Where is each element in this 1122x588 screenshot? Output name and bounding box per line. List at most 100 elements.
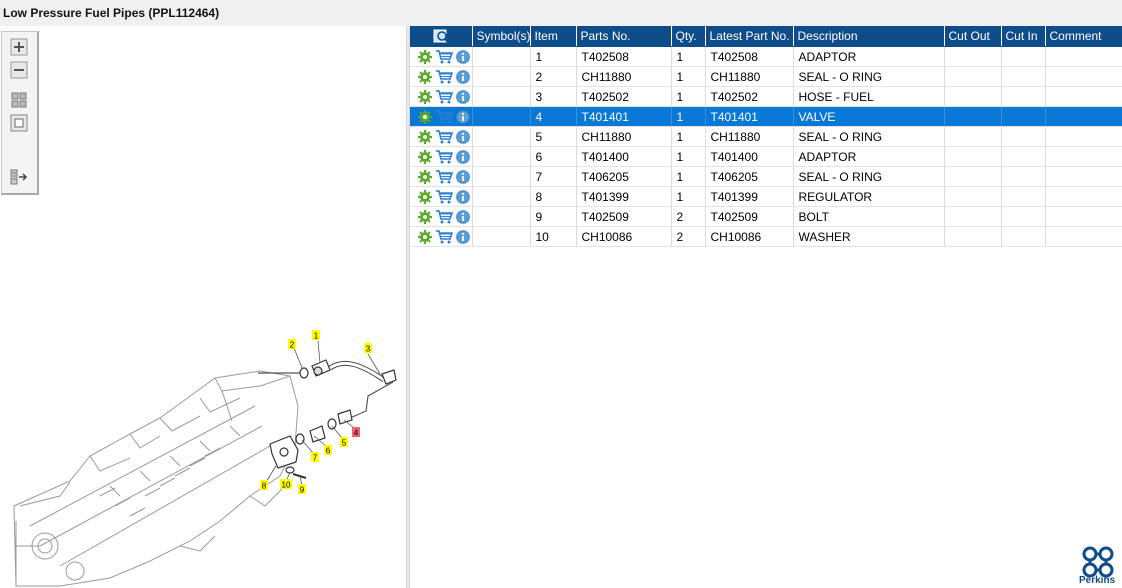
info-icon[interactable] xyxy=(456,50,470,64)
column-header-qty[interactable]: Qty. xyxy=(671,26,706,47)
latest-part-no-cell: CH10086 xyxy=(705,226,794,247)
column-header-description[interactable]: Description xyxy=(793,26,945,47)
column-header-cut-in[interactable]: Cut In xyxy=(1001,26,1046,47)
gear-icon[interactable] xyxy=(418,129,432,144)
row-actions-cell xyxy=(410,106,473,127)
comment-cell xyxy=(1045,146,1122,167)
shopping-cart-icon[interactable] xyxy=(435,210,453,224)
column-header-comment[interactable]: Comment xyxy=(1045,26,1122,47)
description-cell: ADAPTOR xyxy=(793,46,945,67)
column-header-item[interactable]: Item xyxy=(530,26,577,47)
gear-icon[interactable] xyxy=(418,169,432,184)
description-cell: SEAL - O RING xyxy=(793,66,945,87)
symbols-cell xyxy=(472,66,531,87)
shopping-cart-icon[interactable] xyxy=(435,90,453,104)
info-icon[interactable] xyxy=(456,70,470,84)
info-icon[interactable] xyxy=(456,190,470,204)
callout-label-6[interactable]: 6 xyxy=(326,447,331,456)
exploded-parts-diagram[interactable]: 12 345678 910 xyxy=(0,26,406,588)
info-icon[interactable] xyxy=(456,170,470,184)
comment-cell xyxy=(1045,46,1122,67)
drawing-pane[interactable]: 1 2 3 4 5 6 7 8 9 10 xyxy=(0,26,406,588)
parts-no-cell: T402509 xyxy=(576,206,672,227)
latest-part-no-cell: T402508 xyxy=(705,46,794,67)
cut-in-cell xyxy=(1001,86,1046,107)
callout-label-9[interactable]: 9 xyxy=(300,486,305,495)
table-row[interactable]: 10 CH10086 2 CH10086 WASHER xyxy=(410,226,1122,247)
info-icon[interactable] xyxy=(456,90,470,104)
callout-label-4[interactable]: 4 xyxy=(354,429,359,438)
row-actions-cell xyxy=(410,126,473,147)
table-row[interactable]: 5 CH11880 1 CH11880 SEAL - O RING xyxy=(410,126,1122,147)
info-icon[interactable] xyxy=(456,230,470,244)
info-icon[interactable] xyxy=(456,130,470,144)
column-header-actions[interactable] xyxy=(410,26,473,47)
symbols-cell xyxy=(472,126,531,147)
callout-label-1[interactable]: 1 xyxy=(314,332,319,341)
cylinder-head-drawing xyxy=(13,370,299,587)
zoom-in-icon[interactable] xyxy=(10,38,28,56)
callout-label-5[interactable]: 5 xyxy=(342,439,347,448)
fit-window-icon[interactable] xyxy=(10,114,28,132)
column-header-symbols[interactable]: Symbol(s) xyxy=(472,26,531,47)
table-row[interactable]: 8 T401399 1 T401399 REGULATOR xyxy=(410,186,1122,207)
info-icon[interactable] xyxy=(456,110,470,124)
comment-cell xyxy=(1045,66,1122,87)
shopping-cart-icon[interactable] xyxy=(435,110,453,124)
table-row[interactable]: 2 CH11880 1 CH11880 SEAL - O RING xyxy=(410,66,1122,87)
row-actions-cell xyxy=(410,206,473,227)
shopping-cart-icon[interactable] xyxy=(435,50,453,64)
shopping-cart-icon[interactable] xyxy=(435,70,453,84)
description-cell: BOLT xyxy=(793,206,945,227)
fit-all-icon[interactable] xyxy=(10,91,28,109)
column-header-cut-out[interactable]: Cut Out xyxy=(944,26,1002,47)
parts-no-cell: T402502 xyxy=(576,86,672,107)
parts-no-cell: CH11880 xyxy=(576,126,672,147)
item-cell: 9 xyxy=(530,206,577,227)
cut-out-cell xyxy=(944,86,1002,107)
search-parts-icon[interactable] xyxy=(433,28,449,44)
gear-icon[interactable] xyxy=(418,189,432,204)
callout-label-10[interactable]: 10 xyxy=(282,481,291,490)
shopping-cart-icon[interactable] xyxy=(435,130,453,144)
callout-label-8[interactable]: 8 xyxy=(262,482,267,491)
table-row[interactable]: 3 T402502 1 T402502 HOSE - FUEL xyxy=(410,86,1122,107)
gear-icon[interactable] xyxy=(418,209,432,224)
table-row[interactable]: 9 T402509 2 T402509 BOLT xyxy=(410,206,1122,227)
item-cell: 10 xyxy=(530,226,577,247)
table-row[interactable]: 4 T401401 1 T401401 VALVE xyxy=(410,106,1122,127)
zoom-out-icon[interactable] xyxy=(10,61,28,79)
description-cell: REGULATOR xyxy=(793,186,945,207)
shopping-cart-icon[interactable] xyxy=(435,170,453,184)
gear-icon[interactable] xyxy=(418,229,432,244)
table-row[interactable]: 6 T401400 1 T401400 ADAPTOR xyxy=(410,146,1122,167)
callout-label-7[interactable]: 7 xyxy=(313,454,318,463)
gear-icon[interactable] xyxy=(418,49,432,64)
callout-label-3[interactable]: 3 xyxy=(366,345,371,354)
info-icon[interactable] xyxy=(456,150,470,164)
cut-in-cell xyxy=(1001,146,1046,167)
callout-label-2[interactable]: 2 xyxy=(290,341,295,350)
gear-icon[interactable] xyxy=(418,149,432,164)
parts-no-cell: T401399 xyxy=(576,186,672,207)
latest-part-no-cell: T401400 xyxy=(705,146,794,167)
table-row[interactable]: 7 T406205 1 T406205 SEAL - O RING xyxy=(410,166,1122,187)
column-header-parts-no[interactable]: Parts No. xyxy=(576,26,672,47)
description-cell: ADAPTOR xyxy=(793,146,945,167)
column-header-latest-part-no[interactable]: Latest Part No. xyxy=(705,26,794,47)
cut-in-cell xyxy=(1001,226,1046,247)
row-actions-cell xyxy=(410,86,473,107)
shopping-cart-icon[interactable] xyxy=(435,230,453,244)
shopping-cart-icon[interactable] xyxy=(435,190,453,204)
symbols-cell xyxy=(472,106,531,127)
toggle-panel-icon[interactable] xyxy=(10,168,28,186)
parts-list-pane: Symbol(s) Item Parts No. Qty. Latest Par… xyxy=(410,26,1122,588)
gear-icon[interactable] xyxy=(418,69,432,84)
row-actions-cell xyxy=(410,166,473,187)
info-icon[interactable] xyxy=(456,210,470,224)
qty-cell: 1 xyxy=(671,126,706,147)
table-row[interactable]: 1 T402508 1 T402508 ADAPTOR xyxy=(410,46,1122,67)
shopping-cart-icon[interactable] xyxy=(435,150,453,164)
gear-icon[interactable] xyxy=(418,89,432,104)
gear-icon[interactable] xyxy=(418,109,432,124)
